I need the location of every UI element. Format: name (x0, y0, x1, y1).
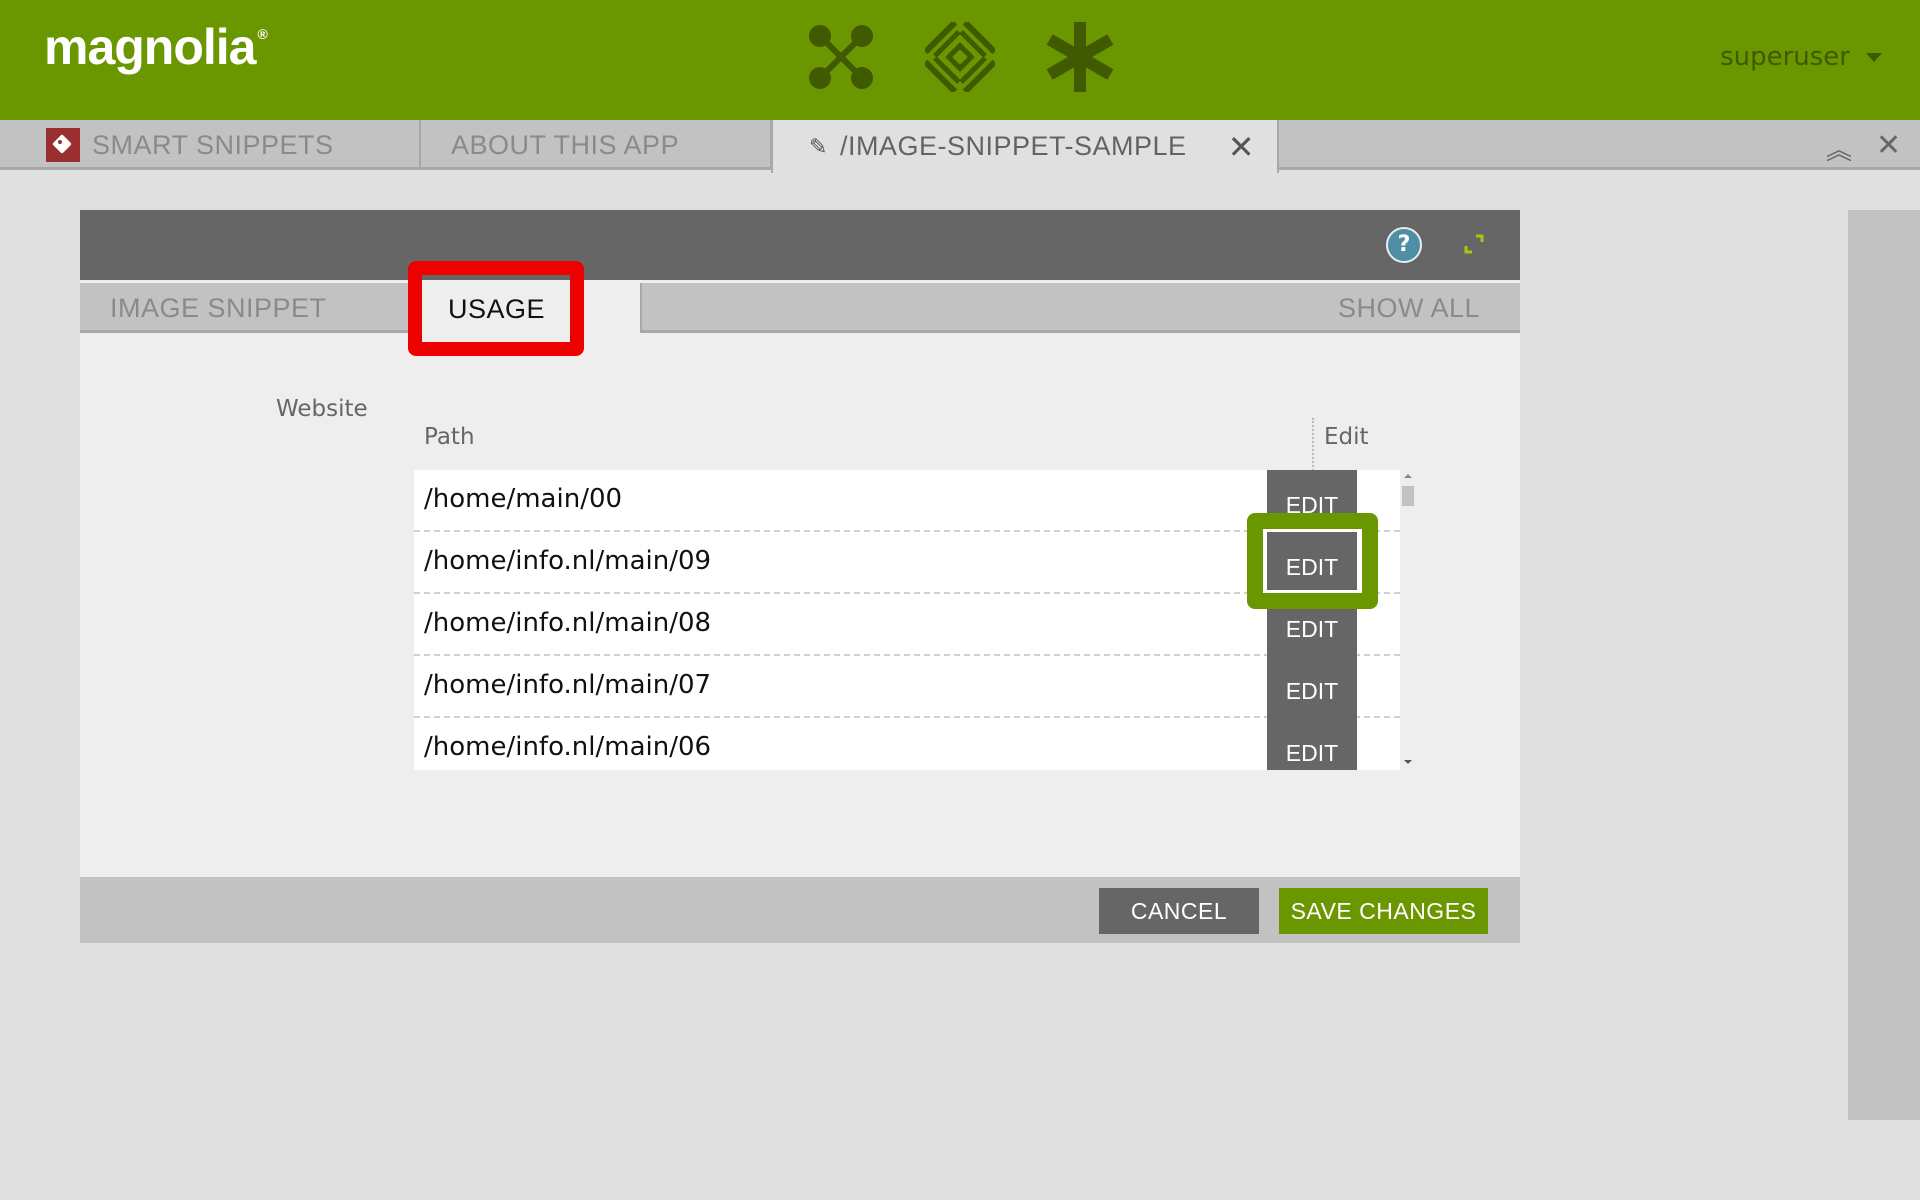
help-icon[interactable]: ? (1386, 227, 1422, 263)
scroll-down-icon[interactable] (1404, 760, 1412, 764)
column-divider (1312, 418, 1314, 474)
table-row: /home/info.nl/main/07 EDIT (414, 656, 1400, 718)
table-row: /home/info.nl/main/09 EDIT (414, 532, 1400, 594)
edit-dialog: ? IMAGE SNIPPET USAGE SHOW ALL Website P… (80, 210, 1520, 943)
tab-label: SMART SNIPPETS (92, 129, 334, 160)
table-row: /home/main/00 EDIT (414, 470, 1400, 532)
row-path: /home/main/00 (424, 484, 623, 514)
edit-button[interactable]: EDIT (1267, 470, 1357, 532)
edit-button[interactable]: EDIT (1267, 594, 1357, 656)
tab-label: ABOUT THIS APP (451, 129, 680, 160)
caret-down-icon (1866, 52, 1882, 62)
tab-image-snippet-sample[interactable]: ✎ /IMAGE-SNIPPET-SAMPLE ✕ (771, 120, 1279, 173)
tab-about-this-app[interactable]: ABOUT THIS APP (421, 120, 772, 170)
row-path: /home/info.nl/main/07 (424, 670, 712, 700)
row-path: /home/info.nl/main/09 (424, 546, 712, 576)
save-changes-button[interactable]: SAVE CHANGES (1279, 888, 1488, 934)
column-header-edit: Edit (1324, 424, 1369, 450)
magnolia-logo[interactable]: magnolia ® (44, 18, 268, 76)
column-header-path: Path (424, 424, 475, 450)
tab-image-snippet[interactable]: IMAGE SNIPPET (110, 283, 327, 333)
dialog-header: ? (80, 210, 1520, 280)
table-row: /home/info.nl/main/06 EDIT (414, 718, 1400, 770)
logo-text: magnolia (44, 19, 256, 75)
edit-button[interactable]: EDIT (1267, 718, 1357, 770)
apps-launcher-icon[interactable] (806, 22, 876, 92)
pencil-icon: ✎ (809, 133, 828, 159)
close-app-icon[interactable]: ✕ (1876, 128, 1901, 163)
favorites-icon[interactable] (1045, 22, 1115, 92)
app-tabbar: SMART SNIPPETS ABOUT THIS APP ✎ /IMAGE-S… (0, 120, 1920, 173)
usage-table: /home/main/00 EDIT /home/info.nl/main/09… (414, 470, 1400, 770)
tab-separator (640, 283, 642, 333)
app-header: magnolia ® superuser (0, 0, 1920, 120)
username: superuser (1720, 42, 1850, 72)
tab-label: /IMAGE-SNIPPET-SAMPLE (839, 131, 1187, 161)
scroll-thumb[interactable] (1402, 486, 1414, 506)
user-menu[interactable]: superuser (1720, 42, 1882, 72)
tag-icon (46, 128, 80, 162)
table-row: /home/info.nl/main/08 EDIT (414, 594, 1400, 656)
close-tab-icon[interactable]: ✕ (1228, 128, 1255, 166)
edit-button[interactable]: EDIT (1267, 532, 1357, 594)
row-path: /home/info.nl/main/08 (424, 608, 712, 638)
tab-smart-snippets[interactable]: SMART SNIPPETS (0, 120, 421, 170)
field-label-website: Website (276, 396, 368, 422)
tab-usage[interactable]: USAGE (408, 283, 640, 336)
collapse-icon[interactable]: ︽ (1826, 130, 1852, 167)
dialog-footer: CANCEL SAVE CHANGES (80, 877, 1520, 943)
table-scrollbar[interactable] (1400, 470, 1416, 770)
expand-icon[interactable] (1464, 234, 1484, 254)
pulse-icon[interactable] (925, 22, 995, 92)
dialog-tabs: IMAGE SNIPPET USAGE SHOW ALL (80, 283, 1520, 336)
edit-button[interactable]: EDIT (1267, 656, 1357, 718)
row-path: /home/info.nl/main/06 (424, 732, 712, 762)
show-all-button[interactable]: SHOW ALL (1338, 283, 1480, 333)
registered-mark: ® (257, 26, 267, 42)
scroll-up-icon[interactable] (1404, 474, 1412, 478)
side-panel (1848, 210, 1920, 1120)
cancel-button[interactable]: CANCEL (1099, 888, 1259, 934)
